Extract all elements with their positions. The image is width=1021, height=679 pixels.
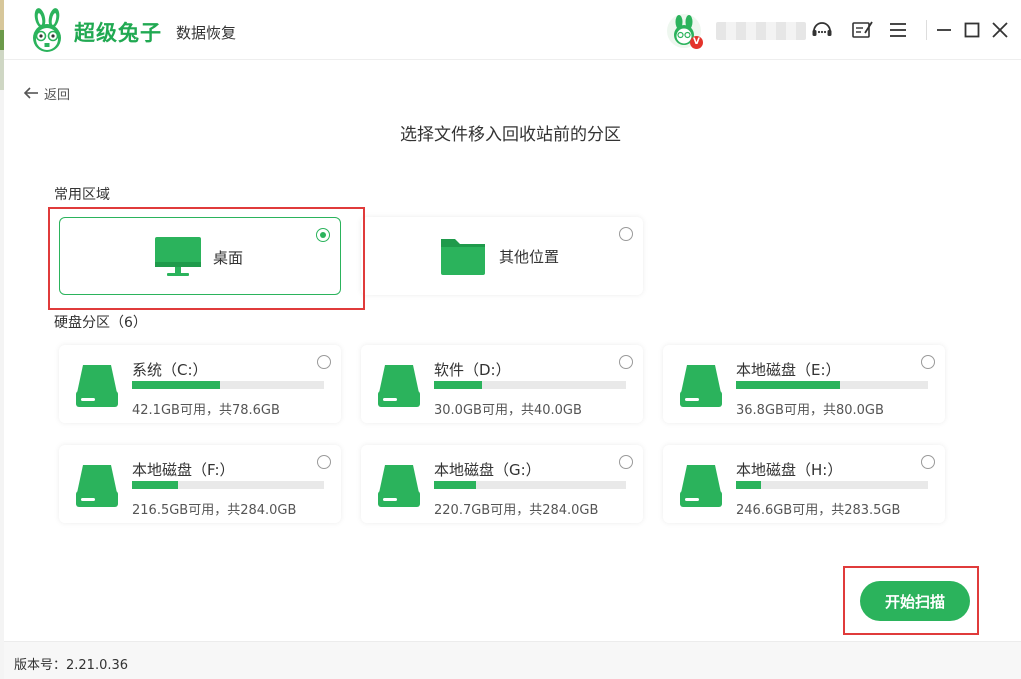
- radio-unselected[interactable]: [317, 355, 331, 369]
- disk-space: 220.7GB可用，共284.0GB: [434, 503, 599, 518]
- disk-card[interactable]: 系统（C:） 42.1GB可用，共78.6GB: [59, 345, 341, 423]
- rabbit-logo-icon: [33, 8, 61, 52]
- disk-name: 系统（C:）: [132, 361, 208, 379]
- username-blurred: [716, 22, 806, 40]
- radio-unselected[interactable]: [619, 355, 633, 369]
- hard-drive-icon: [76, 465, 118, 507]
- radio-unselected[interactable]: [921, 455, 935, 469]
- disk-usage-fill: [132, 481, 179, 489]
- disk-usage-bar: [736, 481, 928, 489]
- hard-drive-icon: [680, 465, 722, 507]
- footer: 版本号：2.21.0.36: [4, 641, 1021, 679]
- radio-selected[interactable]: [316, 228, 330, 242]
- disk-card[interactable]: 本地磁盘（H:） 246.6GB可用，共283.5GB: [663, 445, 945, 523]
- page-title: 选择文件移入回收站前的分区: [400, 125, 621, 145]
- radio-unselected[interactable]: [619, 455, 633, 469]
- disk-usage-fill: [736, 481, 761, 489]
- radio-unselected[interactable]: [317, 455, 331, 469]
- disk-name: 本地磁盘（H:）: [736, 461, 843, 479]
- disk-usage-fill: [132, 381, 221, 389]
- disk-card[interactable]: 本地磁盘（E:） 36.8GB可用，共80.0GB: [663, 345, 945, 423]
- disk-name: 本地磁盘（G:）: [434, 461, 541, 479]
- disk-card[interactable]: 软件（D:） 30.0GB可用，共40.0GB: [361, 345, 643, 423]
- version-label: 版本号：2.21.0.36: [14, 658, 129, 673]
- maximize-icon[interactable]: [960, 18, 984, 42]
- disk-usage-bar: [434, 381, 626, 389]
- arrow-left-icon: [23, 87, 38, 99]
- disk-usage-bar: [132, 381, 324, 389]
- disk-name: 本地磁盘（E:）: [736, 361, 841, 379]
- radio-unselected[interactable]: [921, 355, 935, 369]
- radio-unselected[interactable]: [619, 227, 633, 241]
- back-label: 返回: [44, 87, 71, 103]
- menu-icon[interactable]: [886, 18, 910, 42]
- disk-card[interactable]: 本地磁盘（F:） 216.5GB可用，共284.0GB: [59, 445, 341, 523]
- disk-usage-fill: [434, 481, 477, 489]
- disk-usage-bar: [434, 481, 626, 489]
- hard-drive-icon: [378, 465, 420, 507]
- disk-space: 30.0GB可用，共40.0GB: [434, 403, 582, 418]
- feedback-icon[interactable]: [850, 18, 874, 42]
- brand-name: 超级兔子: [74, 21, 162, 45]
- back-button[interactable]: 返回: [22, 82, 70, 104]
- location-card-other[interactable]: 其他位置: [361, 217, 643, 295]
- brand-subtitle: 数据恢复: [176, 24, 237, 42]
- disk-space: 42.1GB可用，共78.6GB: [132, 403, 280, 418]
- disk-space: 36.8GB可用，共80.0GB: [736, 403, 884, 418]
- vip-badge: V: [690, 36, 703, 49]
- location-label: 其他位置: [499, 248, 560, 266]
- disk-space: 246.6GB可用，共283.5GB: [736, 503, 901, 518]
- disk-usage-fill: [434, 381, 482, 389]
- common-area-label: 常用区域: [54, 187, 110, 203]
- disk-card[interactable]: 本地磁盘（G:） 220.7GB可用，共284.0GB: [361, 445, 643, 523]
- minimize-icon[interactable]: [932, 18, 956, 42]
- monitor-icon: [155, 237, 201, 276]
- start-scan-button[interactable]: 开始扫描: [860, 581, 970, 621]
- disk-space: 216.5GB可用，共284.0GB: [132, 503, 297, 518]
- hard-drive-icon: [680, 365, 722, 407]
- customer-service-icon[interactable]: [810, 18, 834, 42]
- location-label: 桌面: [213, 249, 244, 267]
- left-edge: [0, 0, 4, 679]
- location-card-desktop[interactable]: 桌面: [59, 217, 341, 295]
- disk-section-label: 硬盘分区（6）: [54, 315, 147, 331]
- disk-usage-fill: [736, 381, 840, 389]
- disk-usage-bar: [736, 381, 928, 389]
- close-icon[interactable]: [988, 18, 1012, 42]
- hard-drive-icon: [378, 365, 420, 407]
- disk-usage-bar: [132, 481, 324, 489]
- disk-name: 本地磁盘（F:）: [132, 461, 235, 479]
- disk-name: 软件（D:）: [434, 361, 511, 379]
- title-bar: 超级兔子 数据恢复 V: [4, 0, 1021, 60]
- folder-icon: [441, 239, 485, 275]
- hard-drive-icon: [76, 365, 118, 407]
- titlebar-divider: [926, 20, 927, 40]
